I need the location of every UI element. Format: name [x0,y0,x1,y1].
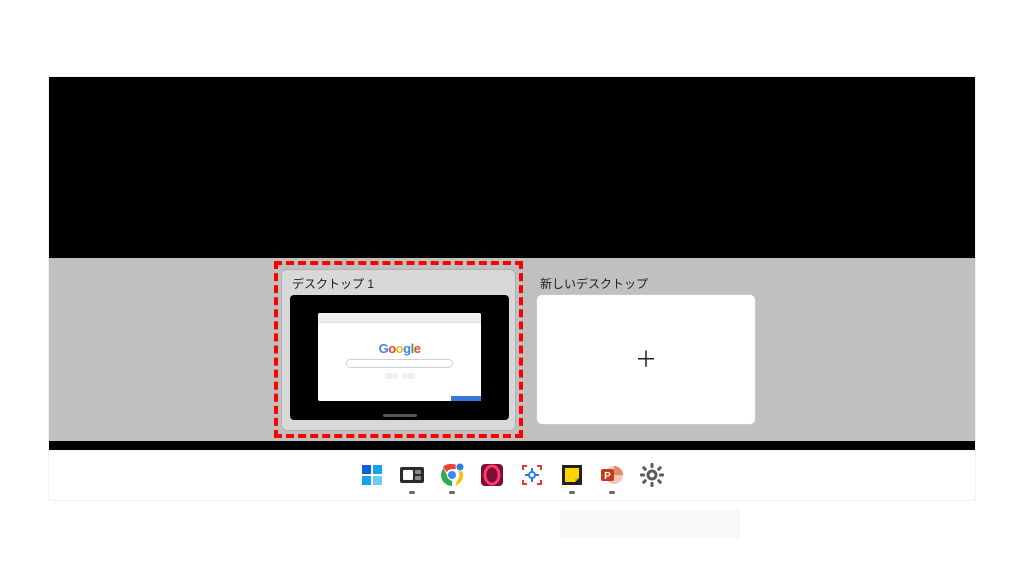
snipping-tool-icon [520,463,544,487]
sticky-notes-icon [561,464,583,486]
powerpoint-icon: P [600,463,624,487]
settings-icon [640,463,664,487]
plus-icon: ＋ [635,349,657,371]
opera-icon [480,463,504,487]
snipping-tool-button[interactable] [519,462,545,488]
chrome-titlebar [318,313,481,323]
virtual-desktop-thumbnail[interactable]: Google [290,295,509,420]
svg-text:P: P [604,471,611,482]
chrome-icon [440,463,464,487]
thumbnail-handle [383,414,417,417]
new-virtual-desktop[interactable]: 新しいデスクトップ ＋ [536,269,756,431]
task-view-icon [400,464,424,486]
start-icon [361,464,383,486]
chrome-button[interactable] [439,462,465,488]
blue-corner-accent [451,396,481,401]
taskbar: P [49,450,975,500]
virtual-desktop-label: デスクトップ 1 [292,275,374,292]
google-search-box [346,359,453,368]
new-virtual-desktop-button[interactable]: ＋ [536,294,756,425]
desktop-background [49,77,975,258]
start-button[interactable] [359,462,385,488]
task-view-button[interactable] [399,462,425,488]
settings-button[interactable] [639,462,665,488]
new-virtual-desktop-label: 新しいデスクトップ [540,275,648,292]
sticky-notes-button[interactable] [559,462,585,488]
black-strip [49,441,975,450]
opera-button[interactable] [479,462,505,488]
screenshot-canvas: デスクトップ 1 Google 新しいデスクトップ ＋ [49,77,975,500]
google-buttons [385,373,415,379]
virtual-desktop-card-1[interactable]: デスクトップ 1 Google [281,269,516,431]
decorative-stub [560,510,740,538]
powerpoint-button[interactable]: P [599,462,625,488]
google-logo: Google [379,341,421,356]
chrome-window-thumbnail: Google [318,313,481,401]
